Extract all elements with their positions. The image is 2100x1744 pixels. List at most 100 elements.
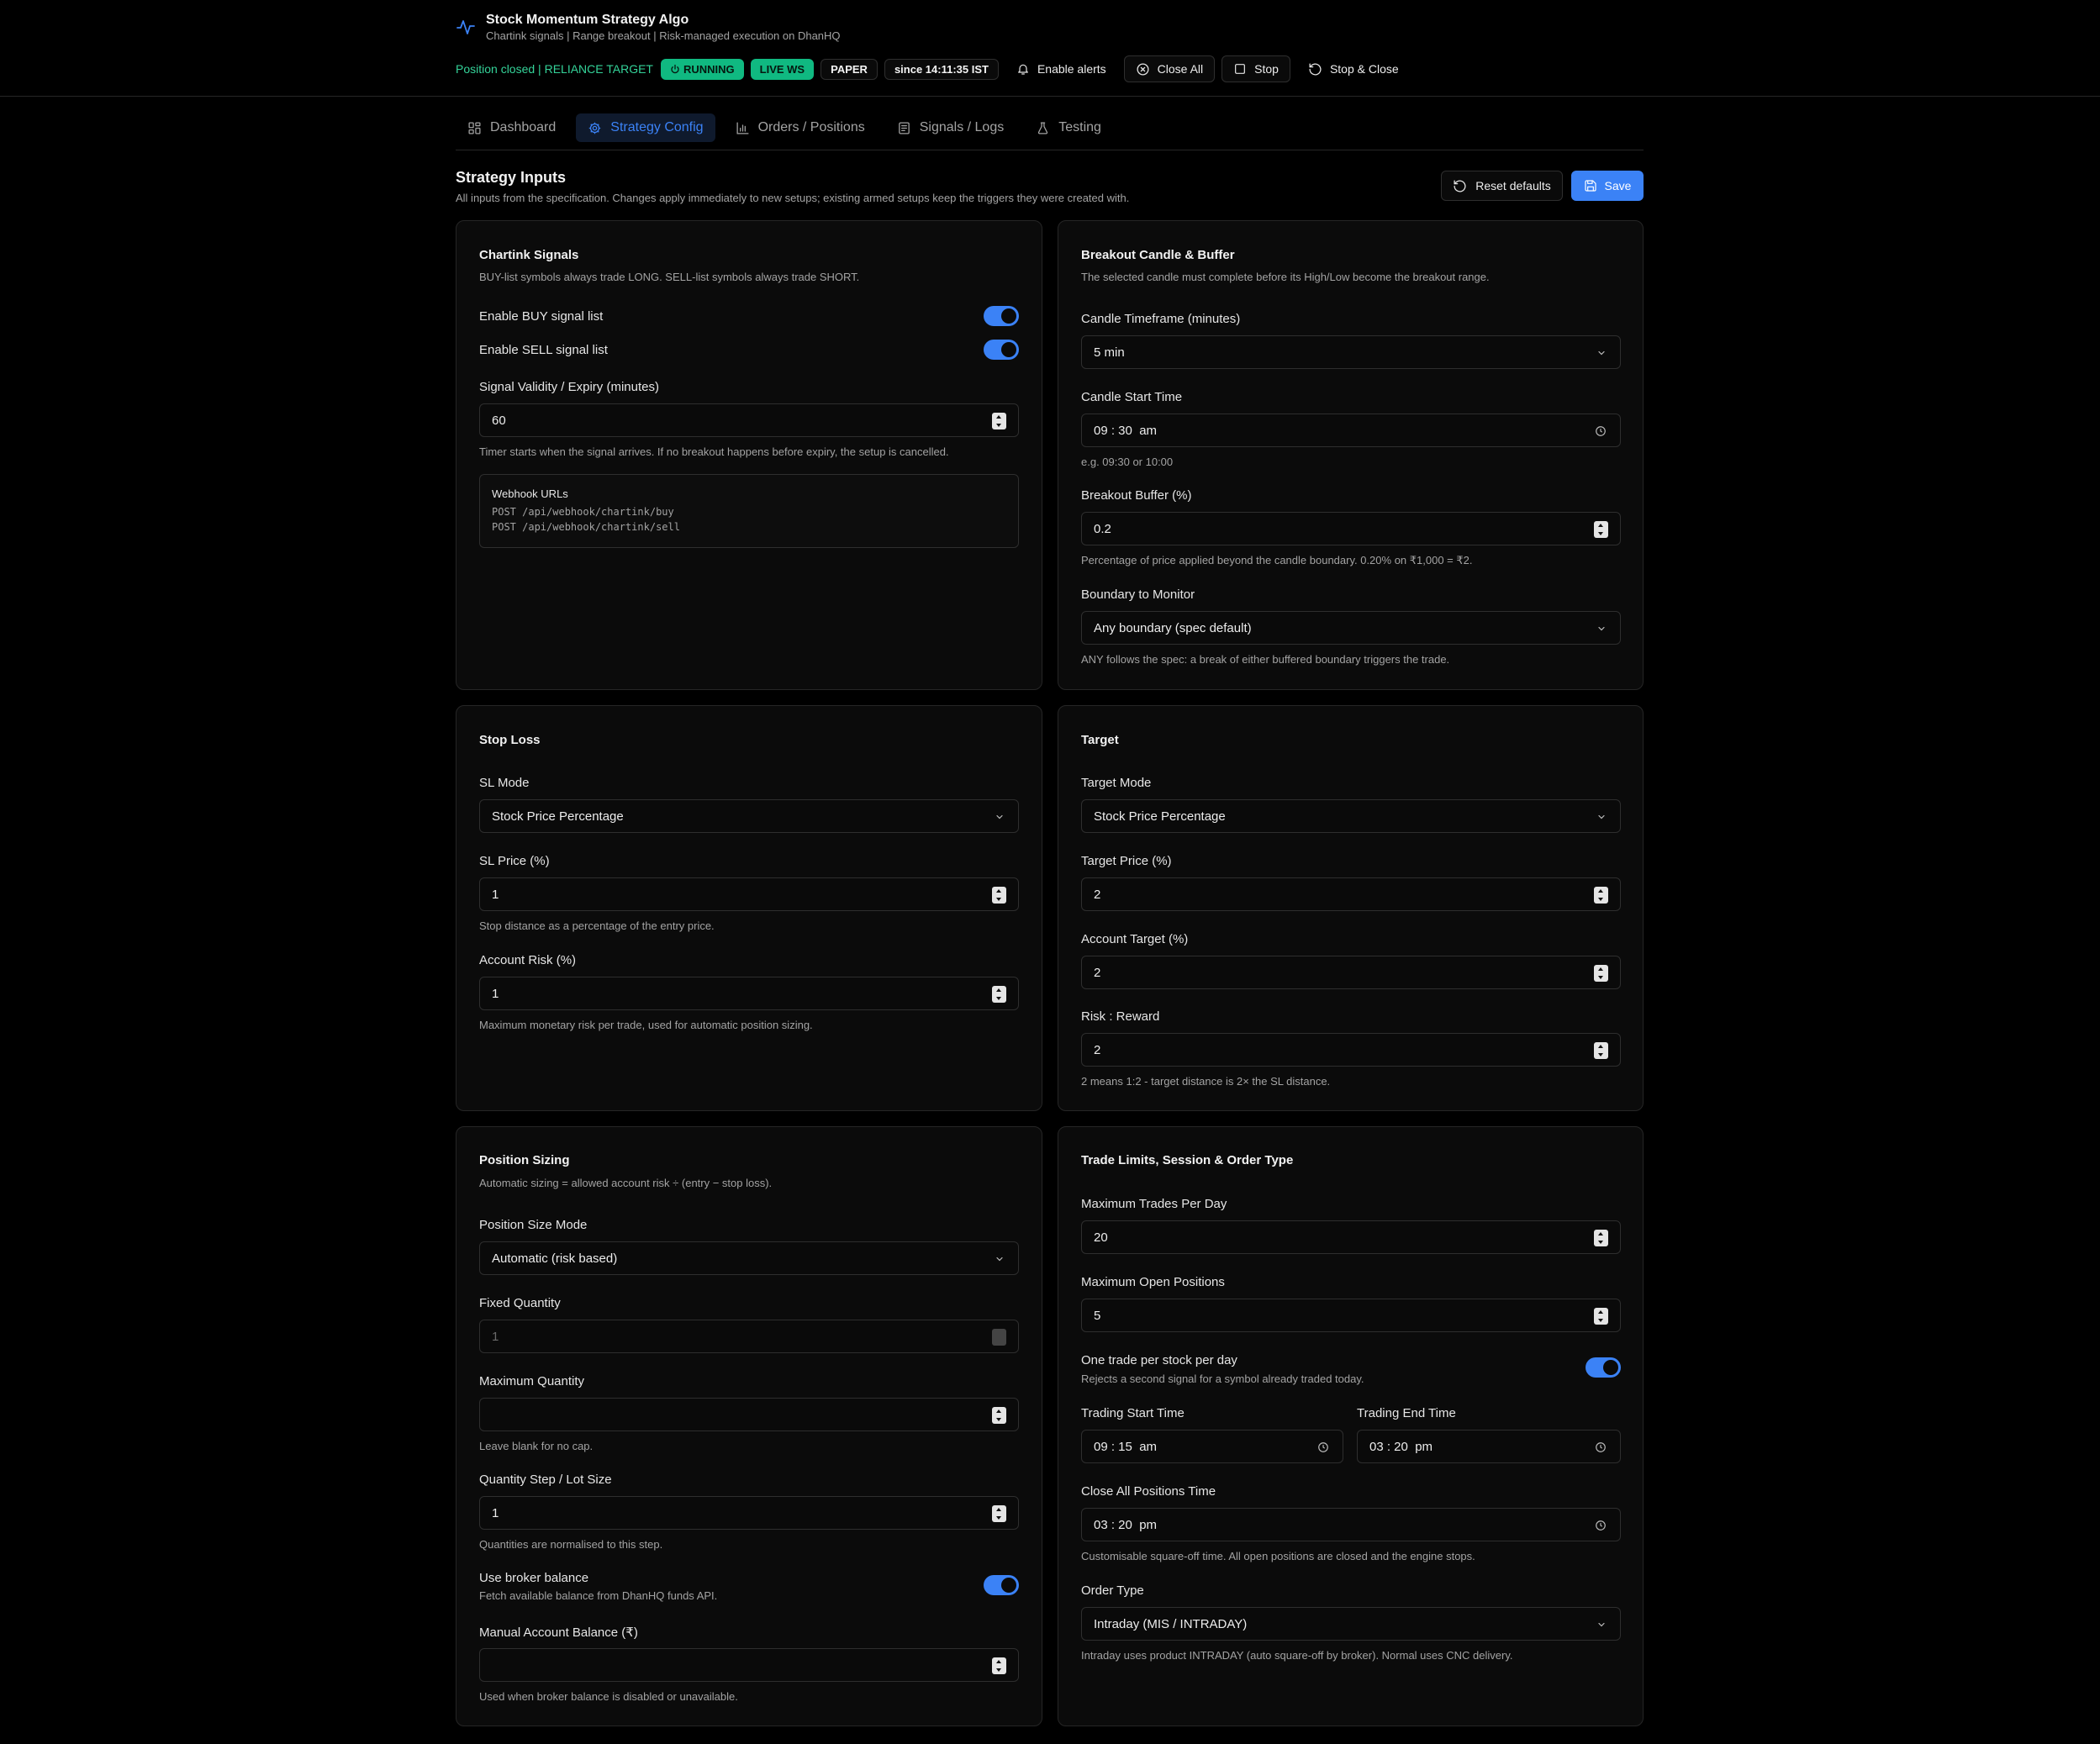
account-risk-input[interactable]: 1 [479,977,1019,1010]
chartink-signals-card: Chartink Signals BUY-list symbols always… [456,220,1042,690]
field-value: Any boundary (spec default) [1094,620,1252,635]
clock-icon[interactable] [1595,1520,1607,1531]
spinner-icon[interactable] [1594,1308,1608,1325]
close-all-label: Close All [1157,62,1204,76]
broker-balance-toggle[interactable] [984,1575,1019,1595]
max-open-input[interactable]: 5 [1081,1299,1621,1332]
spinner-icon[interactable] [992,1657,1006,1674]
paper-badge: PAPER [820,58,878,80]
stop-square-icon [1235,64,1246,74]
quantity-step-input[interactable]: 1 [479,1496,1019,1530]
max-quantity-help: Leave blank for no cap. [479,1440,594,1452]
target-price-input[interactable]: 2 [1081,877,1621,911]
account-target-input[interactable]: 2 [1081,956,1621,989]
spinner-icon[interactable] [992,413,1006,429]
clock-icon[interactable] [1595,1441,1607,1453]
boundary-label: Boundary to Monitor [1081,587,1195,602]
activity-icon [456,20,475,34]
enable-alerts-button[interactable]: Enable alerts [1005,55,1117,82]
spinner-icon[interactable] [992,887,1006,904]
trading-start-time-input[interactable]: 09 : 15 am [1081,1430,1343,1463]
max-open-label: Maximum Open Positions [1081,1275,1225,1289]
spinner-icon [992,1329,1006,1346]
chevron-down-icon [1598,814,1605,819]
boundary-select[interactable]: Any boundary (spec default) [1081,611,1621,645]
boundary-help: ANY follows the spec: a break of either … [1081,653,1450,666]
field-value: 1 [492,1329,499,1344]
spinner-icon[interactable] [1594,1230,1608,1246]
field-value: 03 : 20 pm [1094,1517,1158,1532]
stop-button[interactable]: Stop [1221,55,1290,82]
close-all-button[interactable]: Close All [1123,55,1216,82]
sl-price-input[interactable]: 1 [479,877,1019,911]
max-quantity-input[interactable] [479,1398,1019,1431]
validity-input[interactable]: 60 [479,403,1019,437]
tab-signals-logs[interactable]: Signals / Logs [885,113,1016,142]
quantity-step-help: Quantities are normalised to this step. [479,1538,663,1551]
stop-loss-card: Stop Loss SL Mode Stock Price Percentage… [456,705,1042,1111]
field-value: 2 [1094,965,1101,980]
target-card: Target Target Mode Stock Price Percentag… [1058,705,1644,1111]
clock-icon[interactable] [1595,425,1607,437]
grid-icon [468,121,481,134]
spinner-icon[interactable] [992,1505,1006,1522]
timeframe-select[interactable]: 5 min [1081,335,1621,369]
spinner-icon[interactable] [992,1407,1006,1424]
enable-buy-toggle[interactable] [984,306,1019,326]
rotate-ccw-icon [1309,62,1322,76]
tab-testing[interactable]: Testing [1024,113,1113,142]
account-target-label: Account Target (%) [1081,932,1189,946]
rotate-ccw-icon [1454,179,1466,192]
field-value: Stock Price Percentage [1094,809,1226,824]
spinner-icon[interactable] [1594,1042,1608,1059]
account-risk-label: Account Risk (%) [479,953,577,967]
spinner-icon[interactable] [1594,965,1608,982]
tab-orders-positions[interactable]: Orders / Positions [724,113,877,142]
save-button[interactable]: Save [1571,171,1644,201]
reset-defaults-button[interactable]: Reset defaults [1441,171,1563,201]
clock-icon[interactable] [1317,1441,1329,1453]
tab-strategy-config[interactable]: Strategy Config [576,113,715,142]
chevron-down-icon [1598,626,1605,631]
field-value: 5 [1094,1308,1101,1323]
order-type-select[interactable]: Intraday (MIS / INTRADAY) [1081,1607,1621,1641]
manual-balance-label: Manual Account Balance (₹) [479,1625,638,1640]
buffer-input[interactable]: 0.2 [1081,512,1621,545]
card-description: Automatic sizing = allowed account risk … [479,1177,773,1189]
sl-mode-label: SL Mode [479,776,530,790]
breakout-card: Breakout Candle & Buffer The selected ca… [1058,220,1644,690]
manual-balance-help: Used when broker balance is disabled or … [479,1690,738,1703]
tab-label: Signals / Logs [919,120,1005,134]
broker-balance-help: Fetch available balance from DhanHQ fund… [479,1589,718,1602]
card-description: The selected candle must complete before… [1081,271,1490,283]
size-mode-select[interactable]: Automatic (risk based) [479,1241,1019,1275]
max-quantity-label: Maximum Quantity [479,1374,585,1388]
buffer-label: Breakout Buffer (%) [1081,488,1192,503]
spinner-icon[interactable] [1594,887,1608,904]
max-trades-input[interactable]: 20 [1081,1220,1621,1254]
target-mode-label: Target Mode [1081,776,1152,790]
manual-balance-input[interactable] [479,1648,1019,1682]
tab-dashboard[interactable]: Dashboard [456,113,567,142]
spinner-icon[interactable] [1594,521,1608,538]
bar-chart-icon [736,121,749,134]
close-all-time-input[interactable]: 03 : 20 pm [1081,1508,1621,1541]
close-all-time-label: Close All Positions Time [1081,1484,1216,1499]
broker-balance-label: Use broker balance [479,1571,589,1585]
since-badge: since 14:11:35 IST [884,58,999,80]
risk-reward-input[interactable]: 2 [1081,1033,1621,1067]
candle-start-time-input[interactable]: 09 : 30 am [1081,414,1621,447]
quantity-step-label: Quantity Step / Lot Size [479,1473,612,1487]
enable-sell-toggle[interactable] [984,340,1019,360]
field-value: 5 min [1094,345,1125,360]
field-value: 03 : 20 pm [1369,1439,1433,1454]
sl-mode-select[interactable]: Stock Price Percentage [479,799,1019,833]
webhook-title: Webhook URLs [492,487,568,500]
one-trade-label: One trade per stock per day [1081,1353,1237,1367]
target-mode-select[interactable]: Stock Price Percentage [1081,799,1621,833]
trading-end-time-input[interactable]: 03 : 20 pm [1357,1430,1621,1463]
one-trade-toggle[interactable] [1586,1357,1621,1378]
stop-close-button[interactable]: Stop & Close [1297,55,1410,82]
webhook-buy-url: POST /api/webhook/chartink/buy [492,506,674,518]
spinner-icon[interactable] [992,986,1006,1003]
